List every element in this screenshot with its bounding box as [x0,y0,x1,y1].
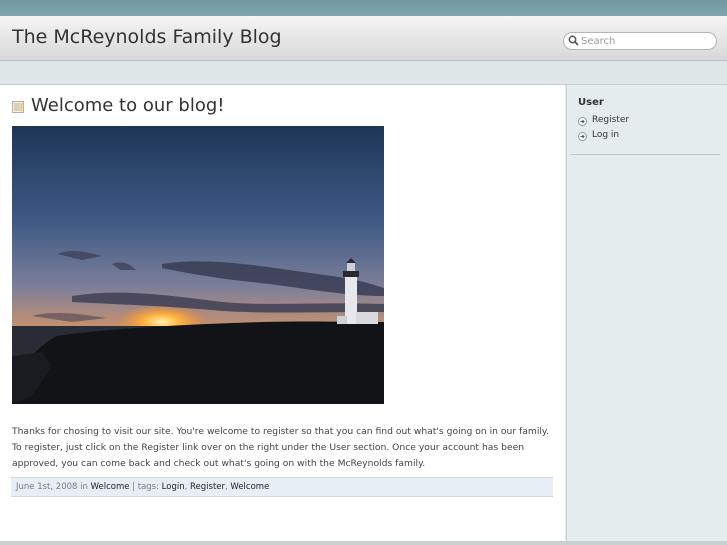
post-icon [12,101,24,113]
post-body: Thanks for chosing to visit our site. Yo… [12,426,549,469]
post-image [12,126,384,404]
tag-link-login[interactable]: Login [162,482,185,492]
search-icon [568,35,579,46]
arrow-bullet-icon [578,117,587,126]
top-strip [0,0,727,16]
tag-link-register[interactable]: Register [190,482,225,492]
search-input[interactable] [581,33,711,49]
post-date: June 1st, 2008 [16,482,78,492]
tag-link-welcome[interactable]: Welcome [230,482,269,492]
sidebar-heading-user: User [578,97,604,108]
page-bottom-border [0,541,727,545]
sidebar-item-label: Register [592,115,630,125]
sidebar-item-label: Log in [592,130,620,140]
category-link[interactable]: Welcome [91,482,130,492]
site-header: The McReynolds Family Blog [0,16,727,61]
nav-bar [0,61,727,85]
post-title[interactable]: Welcome to our blog! [31,95,224,116]
search-box[interactable] [563,32,717,50]
tags-label: | tags: [132,482,159,492]
post-meta: June 1st, 2008 in Welcome | tags: Login,… [11,477,553,497]
sidebar-divider [571,154,720,155]
post-in-label: in [80,482,88,492]
site-title[interactable]: The McReynolds Family Blog [12,26,282,48]
arrow-bullet-icon [578,132,587,141]
